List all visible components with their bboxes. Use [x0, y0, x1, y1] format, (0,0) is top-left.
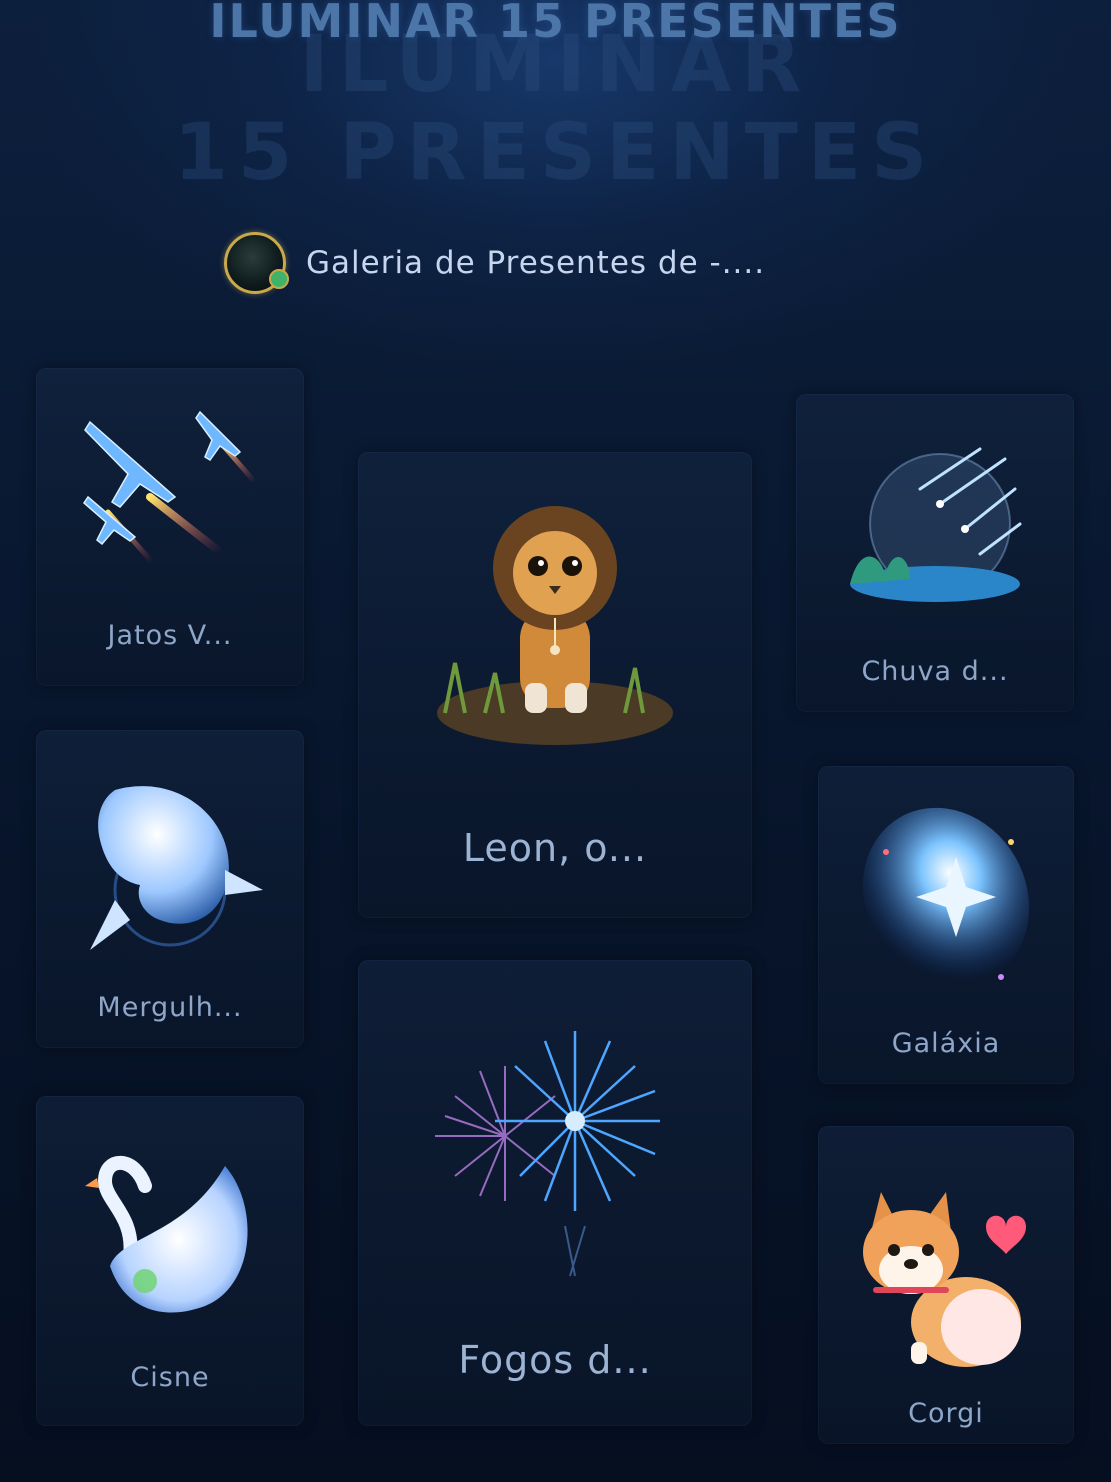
gallery-owner-label: Galeria de Presentes de -....	[306, 245, 766, 281]
gift-label-fireworks: Fogos d...	[458, 1338, 652, 1382]
avatar[interactable]	[224, 232, 289, 294]
gallery-owner-row[interactable]: Galeria de Presentes de -....	[224, 232, 765, 294]
swan-icon	[85, 1155, 248, 1313]
gift-card-corgi[interactable]: Corgi	[818, 1126, 1074, 1444]
gift-card-whale[interactable]: Mergulh...	[36, 730, 304, 1048]
gift-card-jets[interactable]: Jatos V...	[36, 368, 304, 686]
gift-label-swan: Cisne	[130, 1362, 210, 1393]
gift-label-meteor: Chuva d...	[861, 656, 1009, 687]
jets-icon	[83, 410, 258, 565]
gift-label-jets: Jatos V...	[107, 620, 233, 651]
corgi-icon	[863, 1192, 1026, 1367]
whale-icon	[90, 786, 263, 950]
gift-label-corgi: Corgi	[908, 1398, 984, 1429]
fireworks-icon	[435, 1031, 660, 1277]
lion-icon	[437, 506, 673, 745]
gift-label-leon: Leon, o...	[462, 826, 648, 870]
gift-card-swan[interactable]: Cisne	[36, 1096, 304, 1426]
galaxy-icon	[862, 807, 1030, 987]
gift-card-fireworks[interactable]: Fogos d...	[358, 960, 752, 1426]
gift-gallery-page: ILUMINAR 15 PRESENTES ILUMINAR 15 PRESEN…	[0, 0, 1111, 1482]
meteor-shower-icon	[850, 447, 1022, 602]
page-title: ILUMINAR 15 PRESENTES	[209, 0, 902, 48]
gift-label-whale: Mergulh...	[97, 992, 243, 1023]
gift-label-galaxy: Galáxia	[891, 1028, 1001, 1059]
gift-card-meteor[interactable]: Chuva d...	[796, 394, 1074, 712]
gift-card-leon[interactable]: Leon, o...	[358, 452, 752, 918]
gift-card-galaxy[interactable]: Galáxia	[818, 766, 1074, 1084]
title-watermark-line2: 15 PRESENTES	[173, 108, 938, 198]
